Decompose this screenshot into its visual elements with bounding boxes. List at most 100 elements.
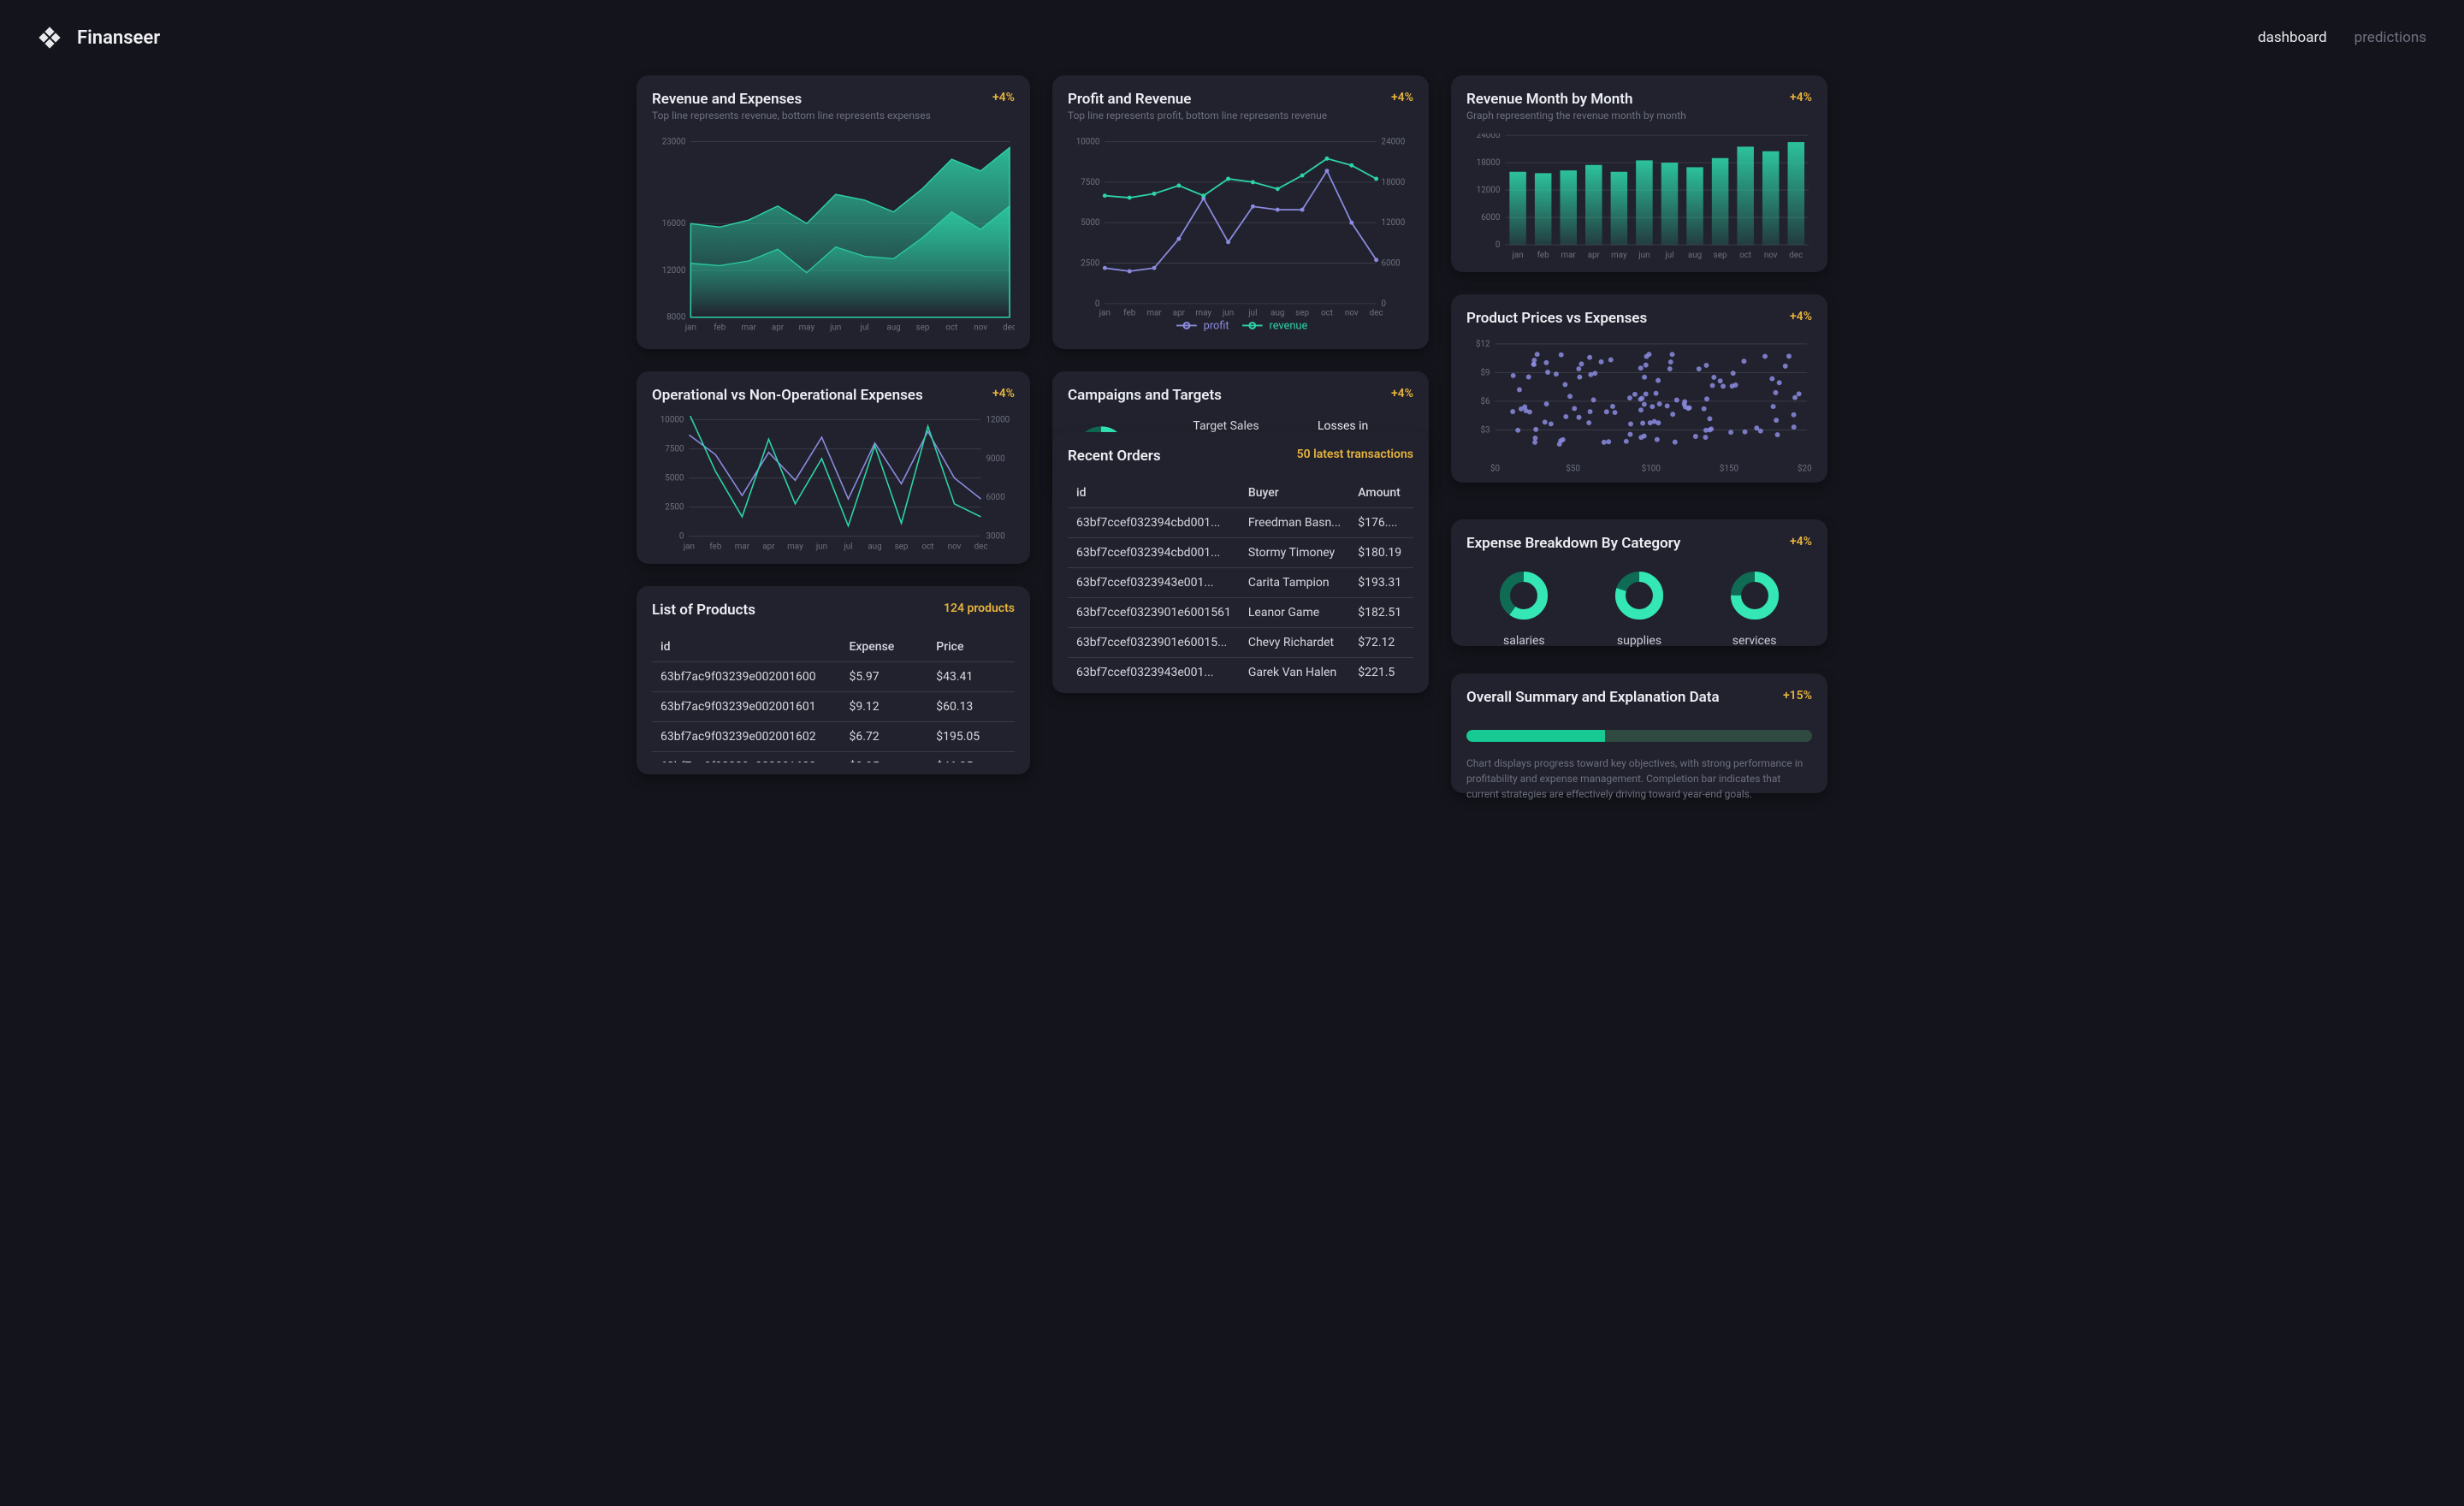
svg-text:$150: $150 (1720, 465, 1738, 474)
nav-predictions[interactable]: predictions (2354, 29, 2426, 46)
card-title: Campaigns and Targets (1068, 387, 1222, 404)
svg-text:apr: apr (1173, 309, 1186, 318)
svg-text:nov: nov (974, 323, 987, 332)
summary-text: Chart displays progress toward key objec… (1466, 756, 1812, 802)
area-chart: 8000120001600023000janfebmaraprmayjunjul… (652, 133, 1015, 337)
ring-label: salaries (1490, 634, 1558, 648)
svg-text:feb: feb (1537, 251, 1550, 260)
col-id[interactable]: id (652, 632, 840, 662)
svg-text:8000: 8000 (666, 313, 685, 323)
svg-text:jan: jan (684, 323, 696, 332)
svg-text:jul: jul (1664, 251, 1673, 260)
card-revenue-expenses: Revenue and Expenses Top line represents… (637, 75, 1030, 349)
svg-text:sep: sep (1714, 251, 1727, 260)
table-row[interactable]: 63bf7ccef032394cbd001...Freedman Basn...… (1068, 508, 1413, 538)
svg-text:dec: dec (1003, 323, 1015, 332)
table-row[interactable]: 63bf7ccef0323943e001...Carita Tampion$19… (1068, 568, 1413, 598)
col-id[interactable]: id (1068, 478, 1240, 508)
products-table: id Expense Price 63bf7ac9f03239e00200160… (652, 632, 1015, 762)
ring-label: supplies (1605, 634, 1673, 648)
svg-text:$6: $6 (1480, 397, 1490, 406)
svg-text:feb: feb (714, 323, 726, 332)
products-table-wrap[interactable]: id Expense Price 63bf7ac9f03239e00200160… (652, 632, 1015, 762)
svg-text:aug: aug (1688, 251, 1702, 260)
svg-text:3000: 3000 (986, 532, 1004, 542)
col-count[interactable]: Count (1410, 478, 1413, 508)
col-amount[interactable]: Amount (1349, 478, 1410, 508)
svg-text:mar: mar (735, 542, 750, 551)
svg-text:6000: 6000 (986, 493, 1004, 502)
card-expense-breakdown: Expense Breakdown By Category +4% salari… (1451, 519, 1827, 646)
svg-text:dec: dec (974, 542, 988, 551)
card-revenue-bar: Revenue Month by Month Graph representin… (1451, 75, 1827, 272)
svg-text:revenue: revenue (1270, 319, 1308, 332)
kpi-badge: +4% (1790, 310, 1812, 323)
svg-text:may: may (1611, 251, 1627, 260)
svg-text:0: 0 (1496, 240, 1501, 250)
card-products: List of Products 124 products id Expense… (637, 586, 1030, 774)
svg-text:jun: jun (815, 542, 827, 551)
svg-text:jun: jun (829, 323, 841, 332)
svg-text:2500: 2500 (1081, 258, 1099, 268)
product-count: 124 products (944, 602, 1015, 615)
table-row[interactable]: 63bf7ccef0323943e001...Garek Van Halen$2… (1068, 658, 1413, 682)
card-op-nonop: Operational vs Non-Operational Expenses … (637, 371, 1030, 564)
kpi-badge: +4% (1391, 387, 1413, 400)
svg-text:nov: nov (1345, 309, 1359, 318)
card-title: Recent Orders (1068, 448, 1161, 465)
svg-text:jul: jul (860, 323, 869, 332)
svg-text:$0: $0 (1490, 465, 1500, 474)
svg-text:sep: sep (916, 323, 930, 332)
svg-text:may: may (1195, 309, 1211, 318)
svg-text:dec: dec (1789, 251, 1803, 260)
table-row[interactable]: 63bf7ccef032394cbd001...Stormy Timoney$1… (1068, 538, 1413, 568)
col-buyer[interactable]: Buyer (1240, 478, 1349, 508)
summary-progress (1466, 730, 1812, 742)
scatter-chart: $3$6$9$12$0$50$100$150$200 (1466, 339, 1812, 474)
col-price[interactable]: Price (927, 632, 1015, 662)
top-nav: dashboard predictions (2258, 29, 2426, 46)
brand-name: Finanseer (77, 27, 160, 49)
card-summary: Overall Summary and Explanation Data +15… (1451, 673, 1827, 793)
svg-text:7500: 7500 (665, 445, 684, 454)
table-row[interactable]: 63bf7ac9f03239e002001603$9.95$46.25 (652, 752, 1015, 763)
table-row[interactable]: 63bf7ccef0323901e60015...Chevy Richardet… (1068, 628, 1413, 658)
svg-text:2500: 2500 (665, 503, 684, 513)
svg-text:jun: jun (1222, 309, 1234, 318)
svg-text:12000: 12000 (986, 416, 1010, 425)
svg-text:mar: mar (1561, 251, 1577, 260)
table-row[interactable]: 63bf7ccef0323901e6001561Leanor Game$182.… (1068, 598, 1413, 628)
brand: Finanseer (38, 26, 160, 50)
svg-text:apr: apr (772, 323, 785, 332)
table-row[interactable]: 63bf7ac9f03239e002001602$6.72$195.05 (652, 722, 1015, 752)
table-row[interactable]: 63bf7ac9f03239e002001600$5.97$43.41 (652, 662, 1015, 692)
ring-services: services (1721, 566, 1789, 648)
svg-text:jan: jan (683, 542, 695, 551)
svg-text:aug: aug (868, 542, 881, 551)
svg-text:6000: 6000 (1382, 258, 1401, 268)
svg-text:jan: jan (1512, 251, 1524, 260)
svg-text:7500: 7500 (1081, 178, 1099, 187)
svg-text:apr: apr (762, 542, 775, 551)
svg-text:$3: $3 (1480, 425, 1490, 435)
card-scatter: Product Prices vs Expenses +4% $3$6$9$12… (1451, 294, 1827, 483)
svg-text:may: may (787, 542, 803, 551)
card-profit-revenue: Profit and Revenue Top line represents p… (1052, 75, 1429, 349)
svg-text:aug: aug (1270, 309, 1284, 318)
svg-text:profit: profit (1204, 319, 1229, 332)
orders-table-wrap[interactable]: id Buyer Amount Count 63bf7ccef032394cbd… (1068, 478, 1413, 681)
kpi-badge: +4% (1790, 535, 1812, 548)
table-row[interactable]: 63bf7ac9f03239e002001601$9.12$60.13 (652, 692, 1015, 722)
svg-text:sep: sep (895, 542, 909, 551)
svg-text:12000: 12000 (1382, 218, 1406, 228)
svg-text:jan: jan (1099, 309, 1111, 318)
card-title: Expense Breakdown By Category (1466, 535, 1680, 552)
card-title: Profit and Revenue (1068, 91, 1327, 108)
svg-text:$50: $50 (1566, 465, 1580, 474)
dual-line-chart: 02500500075001000030006000900012000janfe… (652, 416, 1015, 552)
kpi-badge: +4% (992, 91, 1015, 104)
svg-text:5000: 5000 (665, 474, 684, 483)
col-expense[interactable]: Expense (840, 632, 927, 662)
nav-dashboard[interactable]: dashboard (2258, 29, 2327, 46)
svg-text:6000: 6000 (1481, 213, 1500, 222)
